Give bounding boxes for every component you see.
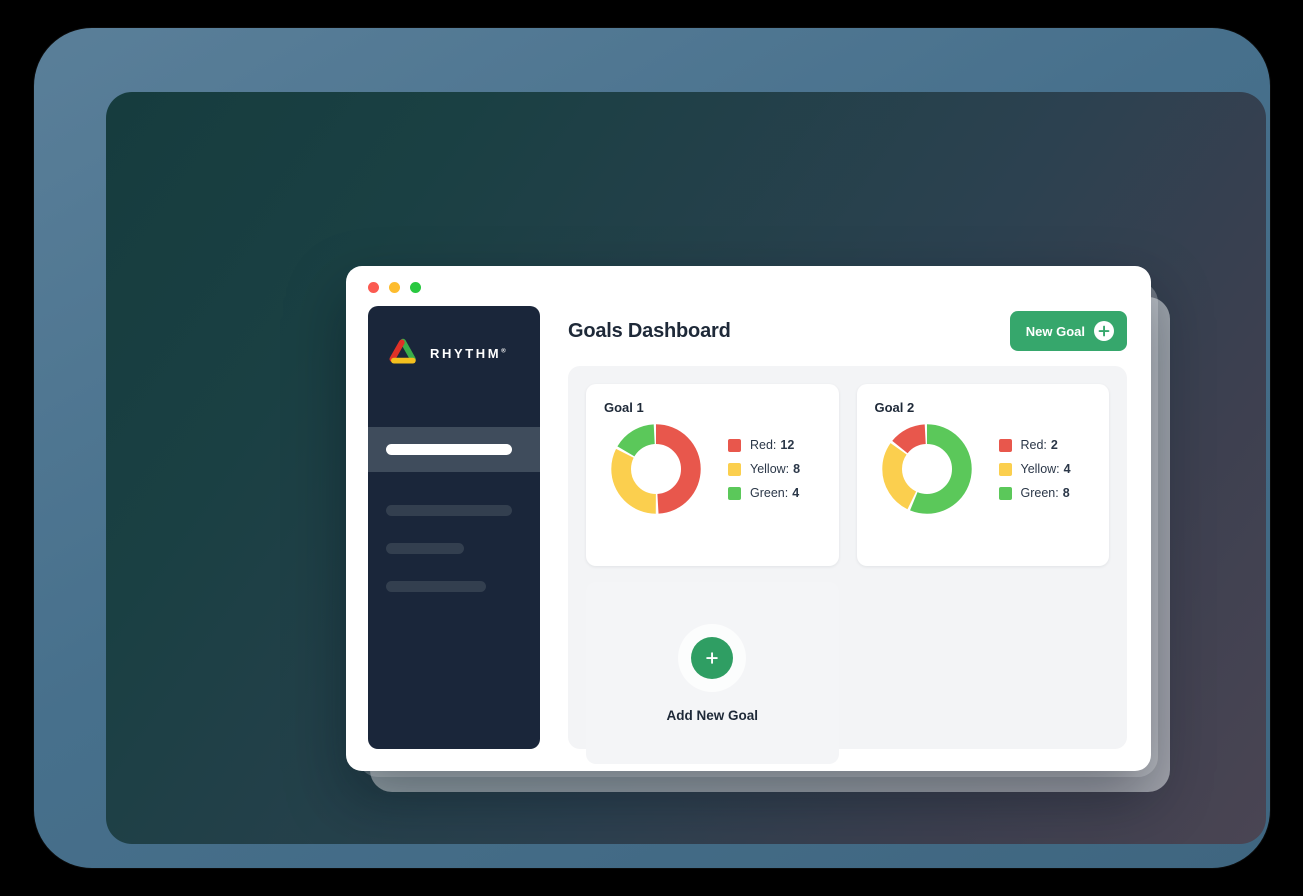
legend-item: Green: 8 [998,486,1071,500]
legend-item: Yellow: 4 [998,462,1071,476]
legend-value-red: 12 [780,438,795,452]
add-new-goal-card[interactable]: Add New Goal [586,582,839,764]
legend-swatch-red [728,438,741,452]
legend-value-green: 8 [1062,486,1070,500]
goals-grid: Goal 1 Red: 12 Yellow: 8 Green: 4 Goal 2… [586,384,1109,764]
minimize-button[interactable] [389,282,400,293]
sidebar-item-2-label [386,505,512,516]
sidebar-item-3-label [386,543,464,554]
legend-value-red: 2 [1050,438,1058,452]
legend-item: Yellow: 8 [728,462,800,476]
legend-label-yellow: Yellow: [750,462,790,476]
goal-card-2-body: Red: 2 Yellow: 4 Green: 8 [875,423,1092,515]
goal-1-legend: Red: 12 Yellow: 8 Green: 4 [728,438,800,500]
sidebar-item-4[interactable] [368,564,540,609]
sidebar-item-1-label [386,444,512,455]
empty-grid-slot [857,582,1110,764]
device-frame: RHYTHM® Goals Dashboard New Goal Goal 1 … [34,28,1270,868]
goal-card-1-body: Red: 12 Yellow: 8 Green: 4 [604,423,821,515]
legend-swatch-red [998,438,1012,452]
brand-logo-area: RHYTHM® [368,306,540,400]
window-titlebar [346,266,1151,306]
legend-label-green: Green: [1020,486,1059,500]
registered-mark: ® [501,348,506,355]
new-goal-button[interactable]: New Goal [1009,311,1127,351]
legend-swatch-green [998,486,1012,500]
goal-1-donut-chart [611,424,701,514]
plus-circle-icon [1094,321,1114,341]
legend-item: Red: 2 [998,438,1071,452]
device-screen: RHYTHM® Goals Dashboard New Goal Goal 1 … [106,92,1266,844]
goal-2-legend: Red: 2 Yellow: 4 Green: 8 [998,438,1071,500]
legend-value-yellow: 4 [1063,462,1071,476]
legend-label-green: Green: [750,486,789,500]
legend-swatch-green [728,486,741,500]
new-goal-button-label: New Goal [1025,323,1085,339]
brand-name-text: RHYTHM [430,345,502,361]
legend-swatch-yellow [998,462,1012,476]
main-content: Goals Dashboard New Goal Goal 1 Red: 12 … [556,306,1129,764]
scene: RHYTHM® Goals Dashboard New Goal Goal 1 … [0,0,1303,896]
goal-card-1[interactable]: Goal 1 Red: 12 Yellow: 8 Green: 4 [586,384,839,566]
goals-panel: Goal 1 Red: 12 Yellow: 8 Green: 4 Goal 2… [568,366,1127,764]
sidebar-item-4-label [386,581,486,592]
add-goal-circle[interactable] [691,636,734,679]
legend-swatch-yellow [728,462,741,476]
rhythm-logo-icon [389,338,416,364]
add-goal-halo [678,623,747,692]
page-header: Goals Dashboard New Goal [556,306,1129,356]
app-window: RHYTHM® Goals Dashboard New Goal Goal 1 … [346,266,1151,771]
goal-card-1-title: Goal 1 [604,400,644,415]
sidebar: RHYTHM® [368,306,540,749]
legend-label-yellow: Yellow: [1020,462,1060,476]
add-new-goal-label: Add New Goal [666,707,758,723]
goal-2-donut-chart [881,424,972,514]
close-button[interactable] [368,282,379,293]
goal-card-2[interactable]: Goal 2 Red: 2 Yellow: 4 Green: 8 [856,384,1109,566]
legend-value-green: 4 [792,486,800,500]
legend-label-red: Red: [1020,438,1047,452]
brand-name: RHYTHM® [430,346,506,361]
sidebar-item-1[interactable] [368,427,540,472]
legend-item: Green: 4 [728,486,800,500]
goal-card-2-title: Goal 2 [874,400,915,415]
legend-item: Red: 12 [728,438,800,452]
legend-value-yellow: 8 [793,462,801,476]
page-title: Goals Dashboard [568,319,731,342]
legend-label-red: Red: [750,438,777,452]
plus-icon [706,651,719,664]
maximize-button[interactable] [410,282,421,293]
